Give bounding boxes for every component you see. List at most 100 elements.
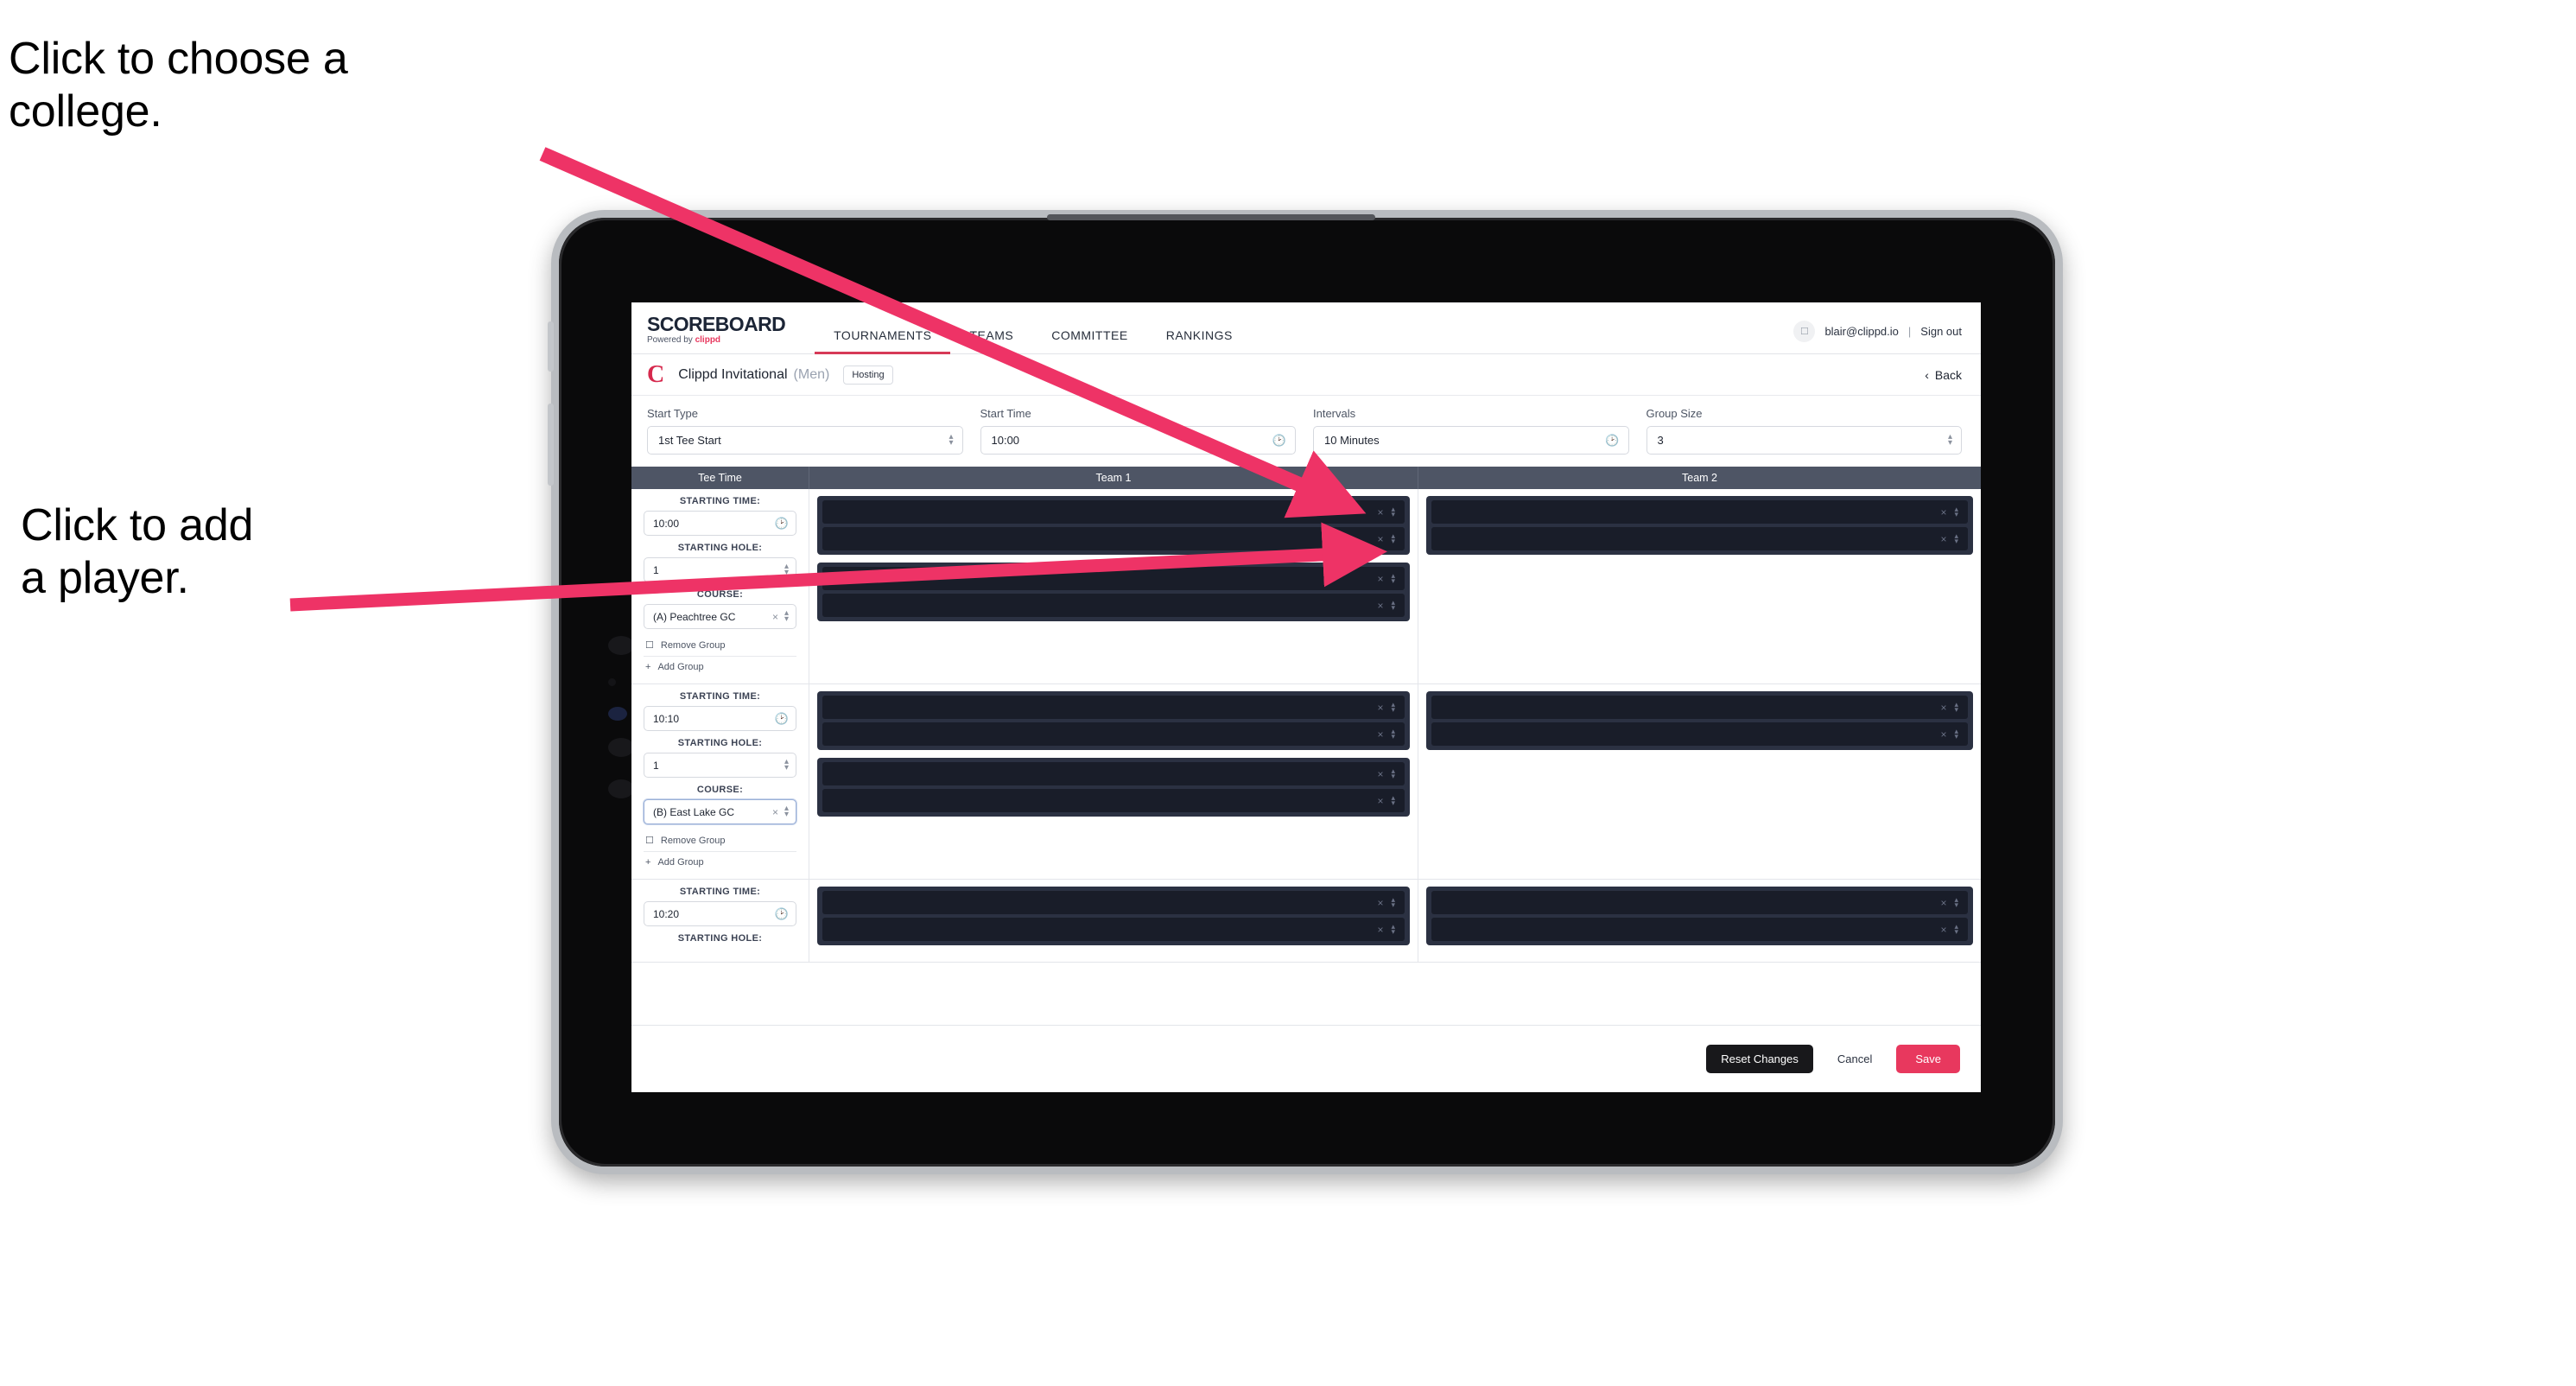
player-slot-row[interactable]: × ▴ ▾ xyxy=(1431,696,1968,719)
player-slot-row[interactable]: × ▴ ▾ xyxy=(822,762,1405,785)
clear-course-icon[interactable]: × xyxy=(772,611,778,623)
tab-committee[interactable]: COMMITTEE xyxy=(1032,328,1147,353)
chevron-updown-icon[interactable]: ▴ ▾ xyxy=(1391,505,1395,518)
remove-player-icon[interactable]: × xyxy=(1377,729,1383,740)
player-slot-row[interactable]: × ▴ ▾ xyxy=(822,696,1405,719)
tee-sheet-table-body: STARTING TIME: 10:00 🕑 STARTING HOLE: 1 ▴ ▾ COU… xyxy=(631,489,1981,964)
starting-hole-input[interactable]: 1 ▴ ▾ xyxy=(644,557,796,582)
remove-group-button[interactable]: ☐ Remove Group xyxy=(644,831,796,849)
remove-player-icon[interactable]: × xyxy=(1377,796,1383,806)
chevron-updown-icon[interactable]: ▴ ▾ xyxy=(1391,896,1395,908)
remove-player-icon[interactable]: × xyxy=(1377,769,1383,779)
remove-player-icon[interactable]: × xyxy=(1377,898,1383,908)
player-slot-row[interactable]: × ▴ ▾ xyxy=(822,567,1405,590)
starting-time-value: 10:20 xyxy=(653,907,680,920)
player-slot-row[interactable]: × ▴ ▾ xyxy=(822,527,1405,550)
remove-player-icon[interactable]: × xyxy=(1377,925,1383,935)
starting-time-input[interactable]: 10:10 🕑 xyxy=(644,706,796,731)
user-avatar-icon[interactable]: ☐ xyxy=(1793,321,1816,342)
chevron-updown-icon[interactable]: ▴ ▾ xyxy=(1391,532,1395,544)
add-group-button[interactable]: + Add Group xyxy=(644,854,796,871)
remove-group-label: Remove Group xyxy=(660,639,726,651)
settings-controls-row: Start Type 1st Tee Start ▴ ▾ Start Time 1… xyxy=(631,396,1981,467)
clippd-logo-icon: C xyxy=(647,360,665,388)
player-slot-row[interactable]: × ▴ ▾ xyxy=(1431,722,1968,746)
course-select[interactable]: (B) East Lake GC × ▴ ▾ xyxy=(644,799,796,824)
form-action-footer: Reset Changes Cancel Save xyxy=(631,1025,1981,1092)
chevron-updown-icon: ▴ ▾ xyxy=(784,562,789,577)
chevron-updown-icon[interactable]: ▴ ▾ xyxy=(1391,701,1395,713)
chevron-updown-icon[interactable]: ▴ ▾ xyxy=(1954,923,1958,935)
remove-player-icon[interactable]: × xyxy=(1940,729,1946,740)
chevron-updown-icon[interactable]: ▴ ▾ xyxy=(1954,728,1958,740)
group-size-select[interactable]: 3 ▴ ▾ xyxy=(1646,426,1962,455)
course-select[interactable]: (A) Peachtree GC × ▴ ▾ xyxy=(644,604,796,629)
tab-teams[interactable]: TEAMS xyxy=(950,328,1032,353)
player-slot-row[interactable]: × ▴ ▾ xyxy=(822,918,1405,941)
chevron-updown-icon[interactable]: ▴ ▾ xyxy=(1391,923,1395,935)
start-type-select[interactable]: 1st Tee Start ▴ ▾ xyxy=(647,426,963,455)
intervals-input[interactable]: 10 Minutes 🕑 xyxy=(1313,426,1629,455)
add-group-button[interactable]: + Add Group xyxy=(644,658,796,676)
remove-player-icon[interactable]: × xyxy=(1940,507,1946,518)
chevron-updown-icon[interactable]: ▴ ▾ xyxy=(1954,532,1958,544)
table-row: STARTING TIME: 10:00 🕑 STARTING HOLE: 1 ▴ ▾ COU… xyxy=(631,489,1981,684)
chevron-updown-icon: ▴ ▾ xyxy=(949,432,954,448)
player-slot-row[interactable]: × ▴ ▾ xyxy=(1431,500,1968,524)
remove-player-icon[interactable]: × xyxy=(1940,703,1946,713)
remove-player-icon[interactable]: × xyxy=(1940,534,1946,544)
control-start-time: Start Time 10:00 🕑 xyxy=(980,407,1296,455)
table-row: STARTING TIME: 10:20 🕑 STARTING HOLE: × ▴ ▾ × ▴ ▾… xyxy=(631,880,1981,963)
player-slot-row[interactable]: × ▴ ▾ xyxy=(822,500,1405,524)
back-button[interactable]: ‹ Back xyxy=(1925,368,1962,382)
brand-subtitle: Powered by clippd xyxy=(647,336,785,345)
remove-player-icon[interactable]: × xyxy=(1377,574,1383,584)
player-slot-row[interactable]: × ▴ ▾ xyxy=(1431,891,1968,914)
chevron-updown-icon: ▴ ▾ xyxy=(784,608,789,624)
player-slot-row[interactable]: × ▴ ▾ xyxy=(822,594,1405,617)
save-button[interactable]: Save xyxy=(1896,1045,1960,1073)
tab-tournaments[interactable]: TOURNAMENTS xyxy=(815,328,951,354)
brand-logo[interactable]: SCOREBOARD Powered by clippd xyxy=(647,315,815,353)
cancel-button[interactable]: Cancel xyxy=(1829,1045,1881,1073)
chevron-updown-icon[interactable]: ▴ ▾ xyxy=(1954,701,1958,713)
clear-course-icon[interactable]: × xyxy=(772,806,778,818)
tablet-volume-button xyxy=(548,321,554,372)
player-slot-row[interactable]: × ▴ ▾ xyxy=(822,891,1405,914)
player-group-box: × ▴ ▾ × ▴ ▾ xyxy=(1426,496,1973,555)
hosting-badge: Hosting xyxy=(843,365,893,385)
remove-player-icon[interactable]: × xyxy=(1940,925,1946,935)
user-email-label: blair@clippd.io xyxy=(1824,325,1899,338)
remove-player-icon[interactable]: × xyxy=(1377,507,1383,518)
chevron-updown-icon[interactable]: ▴ ▾ xyxy=(1954,505,1958,518)
starting-hole-value: 1 xyxy=(653,563,659,576)
chevron-updown-icon[interactable]: ▴ ▾ xyxy=(1391,728,1395,740)
remove-player-icon[interactable]: × xyxy=(1377,534,1383,544)
reset-changes-button[interactable]: Reset Changes xyxy=(1706,1045,1813,1073)
starting-time-input[interactable]: 10:20 🕑 xyxy=(644,901,796,926)
remove-player-icon[interactable]: × xyxy=(1377,601,1383,611)
tab-rankings[interactable]: RANKINGS xyxy=(1147,328,1252,353)
remove-player-icon[interactable]: × xyxy=(1940,898,1946,908)
start-time-input[interactable]: 10:00 🕑 xyxy=(980,426,1296,455)
player-slot-row[interactable]: × ▴ ▾ xyxy=(822,789,1405,812)
add-group-label: Add Group xyxy=(657,662,704,672)
intervals-value: 10 Minutes xyxy=(1324,434,1380,447)
clock-icon: 🕑 xyxy=(1272,434,1286,447)
player-slot-row[interactable]: × ▴ ▾ xyxy=(822,722,1405,746)
remove-player-icon[interactable]: × xyxy=(1377,703,1383,713)
remove-group-button[interactable]: ☐ Remove Group xyxy=(644,636,796,654)
team-2-cell: × ▴ ▾ × ▴ ▾ xyxy=(1418,489,1981,683)
chevron-updown-icon[interactable]: ▴ ▾ xyxy=(1391,794,1395,806)
chevron-updown-icon[interactable]: ▴ ▾ xyxy=(1391,599,1395,611)
control-start-type: Start Type 1st Tee Start ▴ ▾ xyxy=(647,407,963,455)
chevron-updown-icon[interactable]: ▴ ▾ xyxy=(1391,767,1395,779)
chevron-updown-icon: ▴ ▾ xyxy=(784,804,789,819)
sign-out-link[interactable]: Sign out xyxy=(1920,325,1962,338)
chevron-updown-icon[interactable]: ▴ ▾ xyxy=(1954,896,1958,908)
player-slot-row[interactable]: × ▴ ▾ xyxy=(1431,918,1968,941)
player-slot-row[interactable]: × ▴ ▾ xyxy=(1431,527,1968,550)
chevron-updown-icon[interactable]: ▴ ▾ xyxy=(1391,572,1395,584)
starting-hole-input[interactable]: 1 ▴ ▾ xyxy=(644,753,796,778)
starting-time-input[interactable]: 10:00 🕑 xyxy=(644,511,796,536)
